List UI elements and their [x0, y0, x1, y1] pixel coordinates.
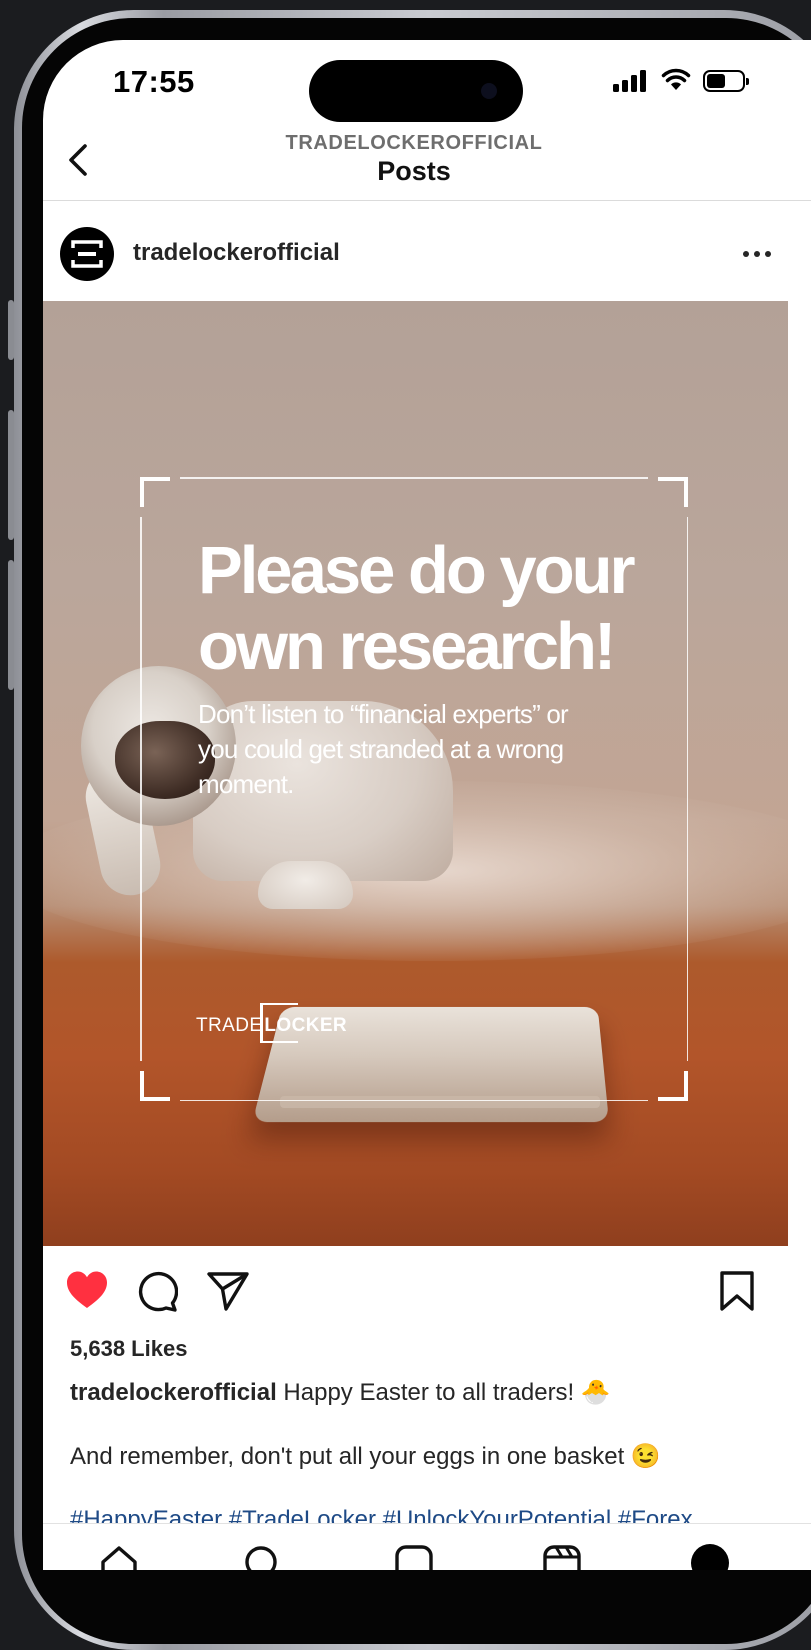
- bottom-tab-bar: [43, 1523, 811, 1570]
- dynamic-island: [309, 60, 523, 122]
- post-caption: tradelockerofficial Happy Easter to all …: [70, 1378, 770, 1407]
- phone-screen: 17:55 TRADELOCKEROFFICIAL Posts tradeloc…: [43, 40, 811, 1570]
- ad-logo-light: TRADE: [196, 1015, 263, 1036]
- more-options-icon[interactable]: [743, 251, 771, 257]
- phone-volume-down-button: [8, 560, 14, 690]
- like-heart-icon[interactable]: [65, 1270, 109, 1310]
- cellular-signal-icon: [613, 70, 649, 92]
- profile-avatar-icon[interactable]: [691, 1544, 729, 1570]
- caption-text: Happy Easter to all traders! 🐣: [283, 1379, 611, 1406]
- save-bookmark-icon[interactable]: [719, 1270, 755, 1312]
- reels-icon[interactable]: [542, 1544, 582, 1570]
- ad-headline: Please do your own research!: [198, 533, 658, 685]
- search-icon[interactable]: [243, 1544, 283, 1570]
- ad-subtext-line: you could get stranded at a wrong: [198, 734, 564, 764]
- tradelocker-logo-icon: [71, 240, 103, 268]
- ad-subtext-line: Don’t listen to “financial experts” or: [198, 699, 569, 729]
- page-title: Posts: [377, 156, 451, 186]
- wifi-icon: [661, 68, 691, 90]
- caption-second-line: And remember, don't put all your eggs in…: [70, 1443, 661, 1470]
- phone-action-button: [8, 300, 14, 360]
- nav-header: TRADELOCKEROFFICIAL Posts: [43, 128, 811, 201]
- create-post-icon[interactable]: [394, 1544, 434, 1570]
- avatar[interactable]: [60, 227, 114, 281]
- ad-logo-box: LOCKER: [260, 1003, 349, 1043]
- ad-subtext-line: moment.: [198, 769, 294, 799]
- phone-volume-up-button: [8, 410, 14, 540]
- post-actions: [43, 1246, 811, 1336]
- battery-icon: [703, 70, 749, 92]
- home-icon[interactable]: [99, 1544, 139, 1570]
- ad-subtext: Don’t listen to “financial experts” or y…: [198, 697, 648, 802]
- ad-headline-line: own research!: [198, 609, 616, 684]
- ad-headline-line: Please do your: [198, 533, 636, 608]
- likes-count[interactable]: 5,638 Likes: [70, 1336, 187, 1362]
- header-account-name: TRADELOCKEROFFICIAL: [285, 132, 543, 154]
- share-paper-plane-icon[interactable]: [206, 1270, 250, 1312]
- status-time: 17:55: [113, 64, 195, 99]
- status-icons: [613, 68, 749, 92]
- post-header: tradelockerofficial: [43, 201, 811, 301]
- ad-logo-bracket: [260, 1003, 299, 1043]
- comment-bubble-icon[interactable]: [136, 1270, 178, 1312]
- caption-username[interactable]: tradelockerofficial: [70, 1379, 277, 1406]
- front-camera: [481, 83, 497, 99]
- post-username[interactable]: tradelockerofficial: [133, 239, 340, 267]
- post-image[interactable]: Please do your own research! Don’t liste…: [43, 301, 788, 1246]
- ad-logo: TRADE LOCKER: [196, 1003, 349, 1043]
